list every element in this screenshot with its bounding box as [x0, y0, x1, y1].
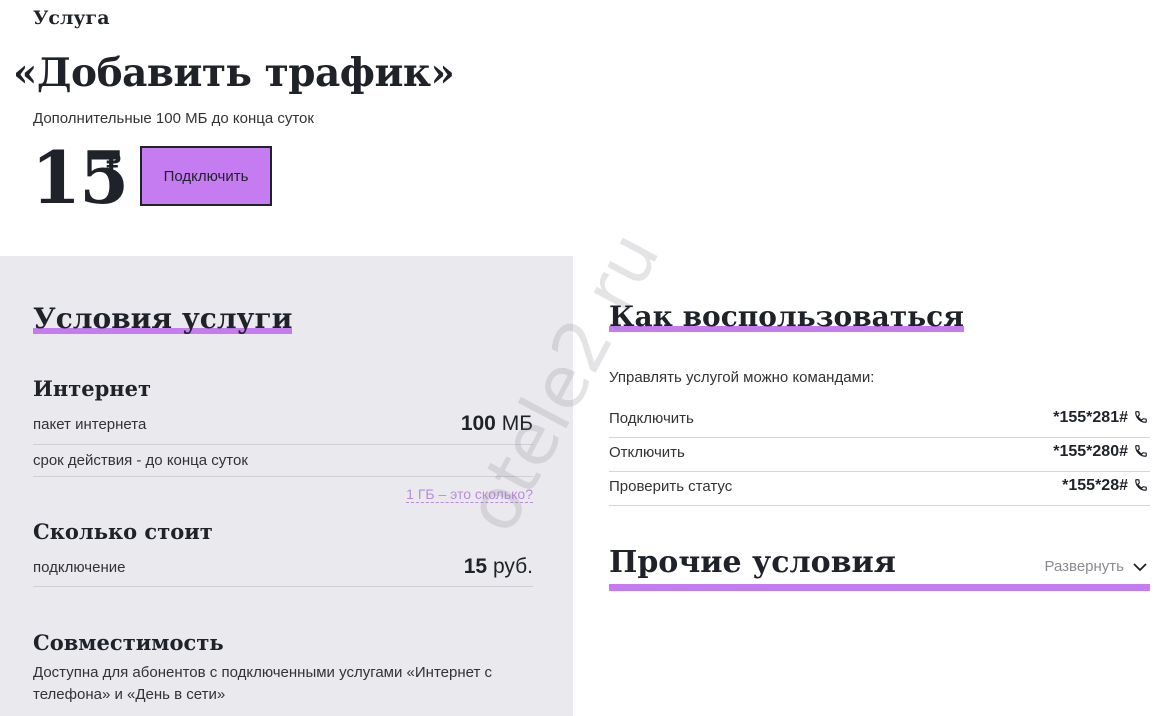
- row-label: срок действия - до конца суток: [33, 452, 248, 469]
- command-code[interactable]: *155*281#: [1053, 409, 1128, 427]
- command-code[interactable]: *155*28#: [1062, 477, 1128, 495]
- phone-icon[interactable]: [1134, 478, 1148, 492]
- page-subtitle: Дополнительные 100 МБ до конца суток: [33, 110, 314, 127]
- expand-button[interactable]: Развернуть: [1044, 558, 1124, 575]
- usage-intro: Управлять услугой можно командами:: [609, 369, 875, 386]
- usage-title: Как воспользоваться: [609, 300, 964, 333]
- table-row: подключение 15 руб.: [33, 553, 533, 587]
- command-label: Отключить: [609, 444, 685, 461]
- conditions-title: Условия услуги: [33, 302, 293, 335]
- table-row: срок действия - до конца суток: [33, 445, 533, 477]
- compat-heading: Совместимость: [33, 630, 224, 655]
- other-conditions-header[interactable]: Прочие условия Развернуть: [609, 545, 1150, 591]
- phone-icon[interactable]: [1134, 444, 1148, 458]
- row-value: 15 руб.: [463, 555, 533, 578]
- compat-text: Доступна для абонентов с подключенными у…: [33, 664, 492, 703]
- chevron-down-icon[interactable]: [1132, 559, 1148, 575]
- page-title: «Добавить трафик»: [13, 50, 455, 96]
- other-conditions-title: Прочие условия: [609, 545, 896, 580]
- command-row-disconnect: Отключить *155*280#: [609, 438, 1150, 472]
- command-code[interactable]: *155*280#: [1053, 443, 1128, 461]
- row-value: 100 МБ: [460, 412, 533, 435]
- page-title-text: «Добавить трафик»: [13, 50, 455, 96]
- phone-icon[interactable]: [1134, 410, 1148, 424]
- other-conditions-underline: [609, 584, 1150, 591]
- command-label: Подключить: [609, 410, 694, 427]
- row-label: подключение: [33, 559, 126, 576]
- table-row: пакет интернета 100 МБ: [33, 410, 533, 445]
- command-label: Проверить статус: [609, 478, 733, 495]
- command-row-status: Проверить статус *155*28#: [609, 472, 1150, 506]
- command-row-connect: Подключить *155*281#: [609, 404, 1150, 438]
- row-label: пакет интернета: [33, 416, 147, 433]
- page-title-block: «Добавить трафик»: [13, 50, 455, 96]
- internet-heading: Интернет: [33, 376, 152, 401]
- connect-button[interactable]: Подключить: [140, 146, 272, 206]
- gb-info-link[interactable]: 1 ГБ – это сколько?: [406, 486, 533, 503]
- service-kicker: Услуга: [33, 7, 110, 29]
- cost-heading: Сколько стоит: [33, 519, 213, 544]
- price-currency: ₽: [106, 150, 122, 175]
- conditions-panel: Условия услуги Интернет пакет интернета …: [0, 256, 573, 716]
